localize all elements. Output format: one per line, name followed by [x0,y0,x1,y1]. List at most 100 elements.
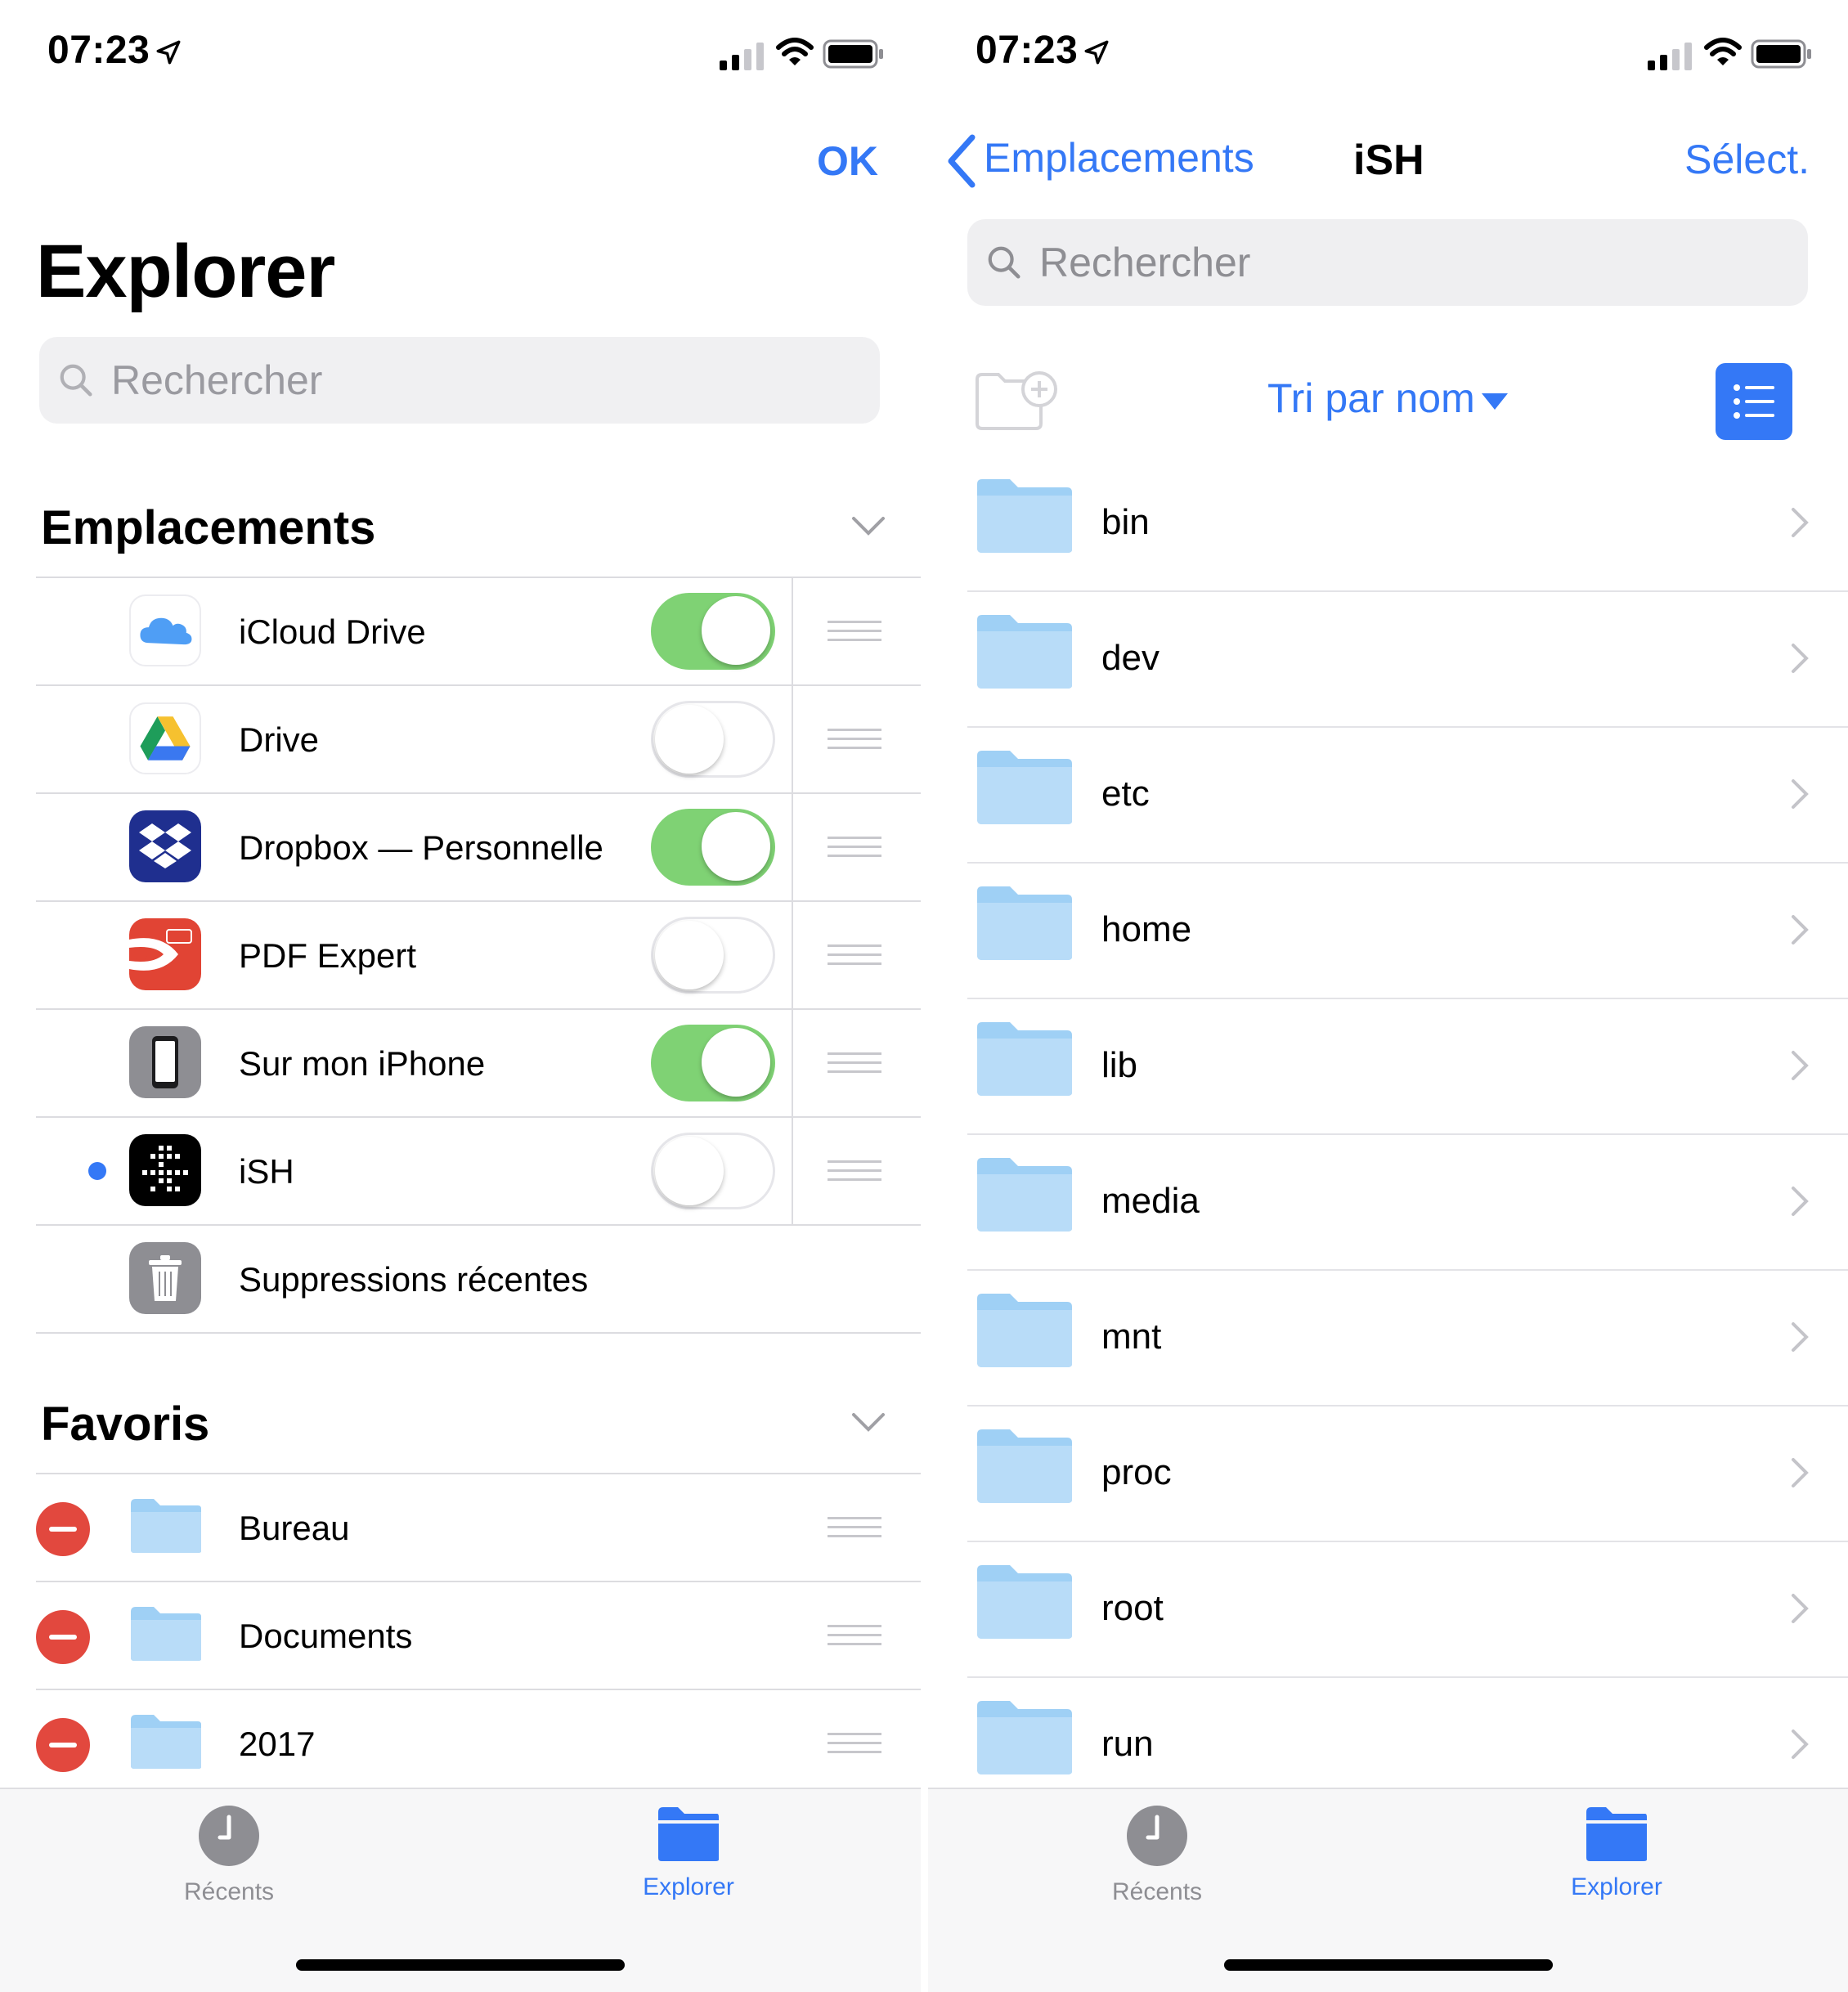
folder-icon [977,1429,1072,1503]
status-time: 07:23 [976,28,1110,73]
ok-button[interactable]: OK [817,137,878,185]
home-indicator [1224,1959,1553,1971]
toggle-switch[interactable] [651,1025,775,1101]
remove-favorite-button[interactable] [36,1502,90,1556]
search-icon [988,246,1020,279]
new-folder-icon[interactable] [974,370,1059,432]
list-view-button[interactable] [1716,363,1792,440]
tab-recents[interactable]: Récents [1034,1804,1280,1906]
reorder-handle-icon[interactable] [828,1052,881,1079]
folder-row-home[interactable]: home [967,862,1848,999]
reorder-handle-icon[interactable] [828,1733,881,1760]
location-row-icloud-drive[interactable]: iCloud Drive [36,577,921,686]
reorder-handle-icon[interactable] [828,1517,881,1544]
favorite-row-documents[interactable]: Documents [36,1581,921,1690]
folder-icon [977,1294,1072,1367]
reorder-handle-icon[interactable] [828,729,881,756]
reorder-handle-icon[interactable] [828,1625,881,1652]
folder-row-proc[interactable]: proc [967,1405,1848,1542]
folder-row-lib[interactable]: lib [967,998,1848,1135]
toggle-switch[interactable] [651,1133,775,1209]
location-row-drive[interactable]: Drive [36,684,921,794]
reorder-handle-icon[interactable] [828,621,881,648]
location-row-recently-deleted[interactable]: Suppressions récentes [36,1224,921,1334]
list-icon [1734,384,1774,419]
column-divider [792,686,793,794]
chevron-right-icon [1792,1322,1809,1352]
folder-row-etc[interactable]: etc [967,726,1848,864]
section-title-favorites: Favoris [41,1398,210,1451]
folder-row-dev[interactable]: dev [967,590,1848,728]
chevron-right-icon [1792,1730,1809,1759]
status-time: 07:23 [47,28,182,73]
section-title-locations: Emplacements [41,501,376,554]
location-label: Sur mon iPhone [239,1044,486,1083]
ish-icon [129,1134,201,1206]
remove-favorite-button[interactable] [36,1610,90,1664]
location-row-ish[interactable]: iSH [36,1116,921,1226]
trash-icon [129,1242,201,1314]
search-placeholder: Rechercher [1039,240,1251,285]
column-divider [792,1010,793,1118]
folder-row-media[interactable]: media [967,1133,1848,1271]
page-title: Explorer [36,230,335,313]
column-divider [792,902,793,1010]
folder-row-root[interactable]: root [967,1541,1848,1678]
reorder-handle-icon[interactable] [828,837,881,864]
tab-label: Récents [1111,1878,1203,1905]
select-button[interactable]: Sélect. [1684,136,1810,183]
search-field[interactable]: Rechercher [967,219,1808,306]
search-icon [60,364,92,397]
folder-name: lib [1101,1045,1138,1085]
locations-screen: 07:23 OK Explorer Rechercher Emplacement… [0,0,921,1992]
cellular-signal-icon [1648,43,1692,70]
wifi-icon [1704,38,1742,65]
chevron-right-icon [1792,1187,1809,1216]
tab-recents[interactable]: Récents [106,1804,352,1906]
favorite-label: Documents [239,1617,413,1655]
folder-icon [977,479,1072,553]
folder-icon [977,1022,1072,1096]
favorite-row-2017[interactable]: 2017 [36,1689,921,1798]
chevron-right-icon [1792,508,1809,537]
folder-row-bin[interactable]: bin [967,455,1848,592]
iphone-icon [129,1026,201,1098]
chevron-down-icon[interactable] [850,1411,886,1434]
clock-icon [199,1806,259,1866]
location-row-dropbox[interactable]: Dropbox — Personnelle [36,792,921,902]
sort-button[interactable]: Tri par nom [1267,375,1509,422]
favorite-row-bureau[interactable]: Bureau [36,1473,921,1582]
back-label: Emplacements [984,135,1254,182]
folder-icon [977,1701,1072,1774]
search-field[interactable]: Rechercher [39,337,880,424]
location-label: iCloud Drive [239,612,426,651]
toggle-switch[interactable] [651,809,775,886]
toggle-switch[interactable] [651,701,775,778]
tab-label: Explorer [643,1873,734,1900]
ish-folder-screen: 07:23 Emplacements iSH Sélect. Recherche… [928,0,1848,1992]
toggle-switch[interactable] [651,593,775,670]
folder-name: root [1101,1588,1164,1628]
tab-explorer[interactable]: Explorer [1494,1804,1739,1901]
folder-row-mnt[interactable]: mnt [967,1269,1848,1407]
tab-explorer[interactable]: Explorer [566,1804,811,1901]
back-button[interactable]: Emplacements [946,134,1254,188]
chevron-down-icon[interactable] [850,515,886,538]
location-row-pdf-expert[interactable]: PDF Expert [36,900,921,1010]
folder-icon [131,1715,201,1769]
panel-divider [921,0,928,1992]
location-row-on-my-iphone[interactable]: Sur mon iPhone [36,1008,921,1118]
section-divider [36,1332,921,1334]
home-indicator [296,1959,625,1971]
folder-icon [977,751,1072,824]
wifi-icon [776,38,814,65]
column-divider [792,1118,793,1226]
reorder-handle-icon[interactable] [828,1160,881,1187]
folder-name: proc [1101,1452,1172,1492]
remove-favorite-button[interactable] [36,1718,90,1772]
column-divider [792,794,793,902]
toggle-switch[interactable] [651,917,775,994]
reorder-handle-icon[interactable] [828,944,881,971]
battery-icon [1751,39,1811,69]
folder-icon [977,615,1072,689]
